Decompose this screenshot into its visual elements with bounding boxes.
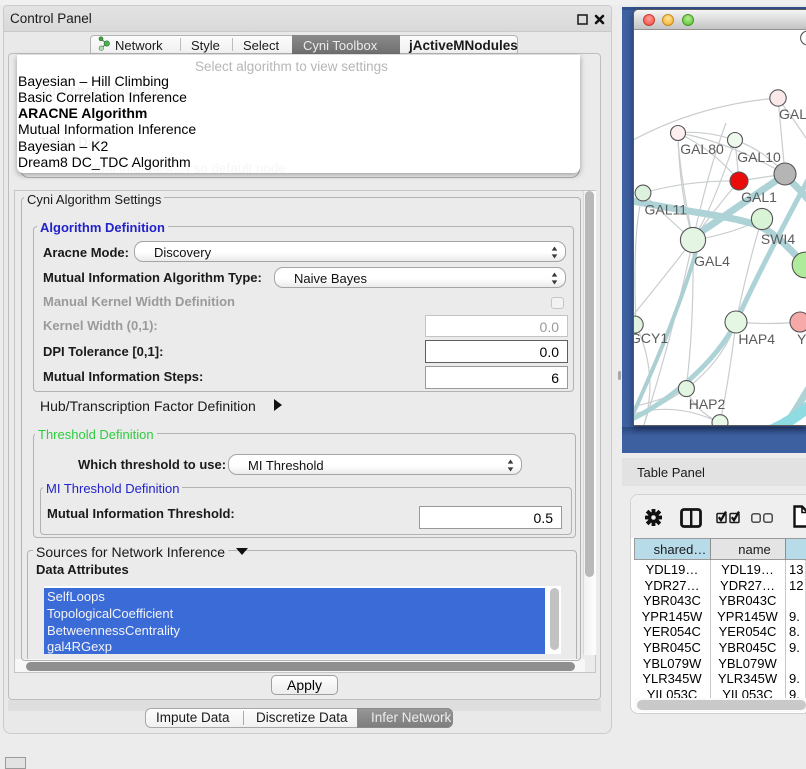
svg-text:HAP4: HAP4 [738,331,775,347]
svg-text:GAL11: GAL11 [645,202,688,218]
svg-text:GAL4: GAL4 [694,253,730,269]
svg-text:GAL1: GAL1 [741,189,777,205]
svg-text:GAL10: GAL10 [737,149,781,165]
svg-text:HAP2: HAP2 [689,396,726,412]
svg-text:GCY1: GCY1 [634,330,668,346]
svg-text:YD: YD [797,331,806,347]
svg-text:GAL80: GAL80 [680,141,724,157]
svg-text:GAL7: GAL7 [779,106,806,122]
svg-text:SWI4: SWI4 [761,231,795,247]
